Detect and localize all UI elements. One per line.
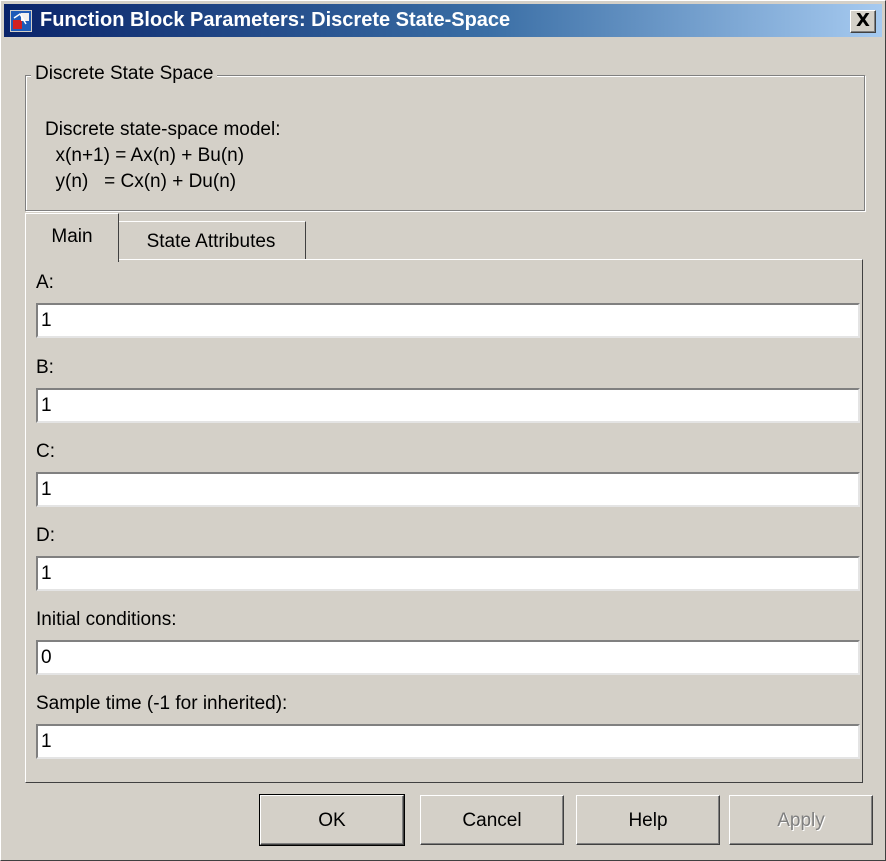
label-a: A:: [36, 272, 54, 293]
label-sample-time: Sample time (-1 for inherited):: [36, 693, 288, 714]
label-c: C:: [36, 441, 55, 462]
description-line: y(n) = Cx(n) + Du(n): [45, 171, 237, 192]
input-d[interactable]: 1: [36, 556, 860, 591]
simulink-block-icon: [10, 10, 32, 32]
tab-main[interactable]: Main: [25, 213, 119, 262]
label-initial-conditions: Initial conditions:: [36, 609, 177, 630]
cancel-button[interactable]: Cancel: [420, 795, 564, 845]
input-c[interactable]: 1: [36, 472, 860, 507]
block-description: Discrete state-space model: x(n+1) = Ax(…: [45, 117, 281, 195]
label-b: B:: [36, 357, 54, 378]
window-title: Function Block Parameters: Discrete Stat…: [40, 9, 511, 31]
ok-button[interactable]: OK: [259, 794, 405, 846]
close-icon: X: [856, 10, 870, 31]
title-bar[interactable]: Function Block Parameters: Discrete Stat…: [4, 4, 882, 37]
input-initial-conditions[interactable]: 0: [36, 640, 860, 675]
input-a[interactable]: 1: [36, 303, 860, 338]
apply-button[interactable]: Apply: [729, 795, 873, 845]
description-line: Discrete state-space model:: [45, 119, 281, 140]
help-button[interactable]: Help: [576, 795, 720, 845]
groupbox-legend: Discrete State Space: [31, 63, 218, 85]
description-line: x(n+1) = Ax(n) + Bu(n): [45, 145, 245, 166]
input-b[interactable]: 1: [36, 388, 860, 423]
dialog-window: Function Block Parameters: Discrete Stat…: [0, 0, 886, 861]
close-button[interactable]: X: [850, 10, 876, 33]
label-d: D:: [36, 525, 55, 546]
input-sample-time[interactable]: 1: [36, 724, 860, 759]
tab-state-attributes[interactable]: State Attributes: [117, 221, 306, 260]
